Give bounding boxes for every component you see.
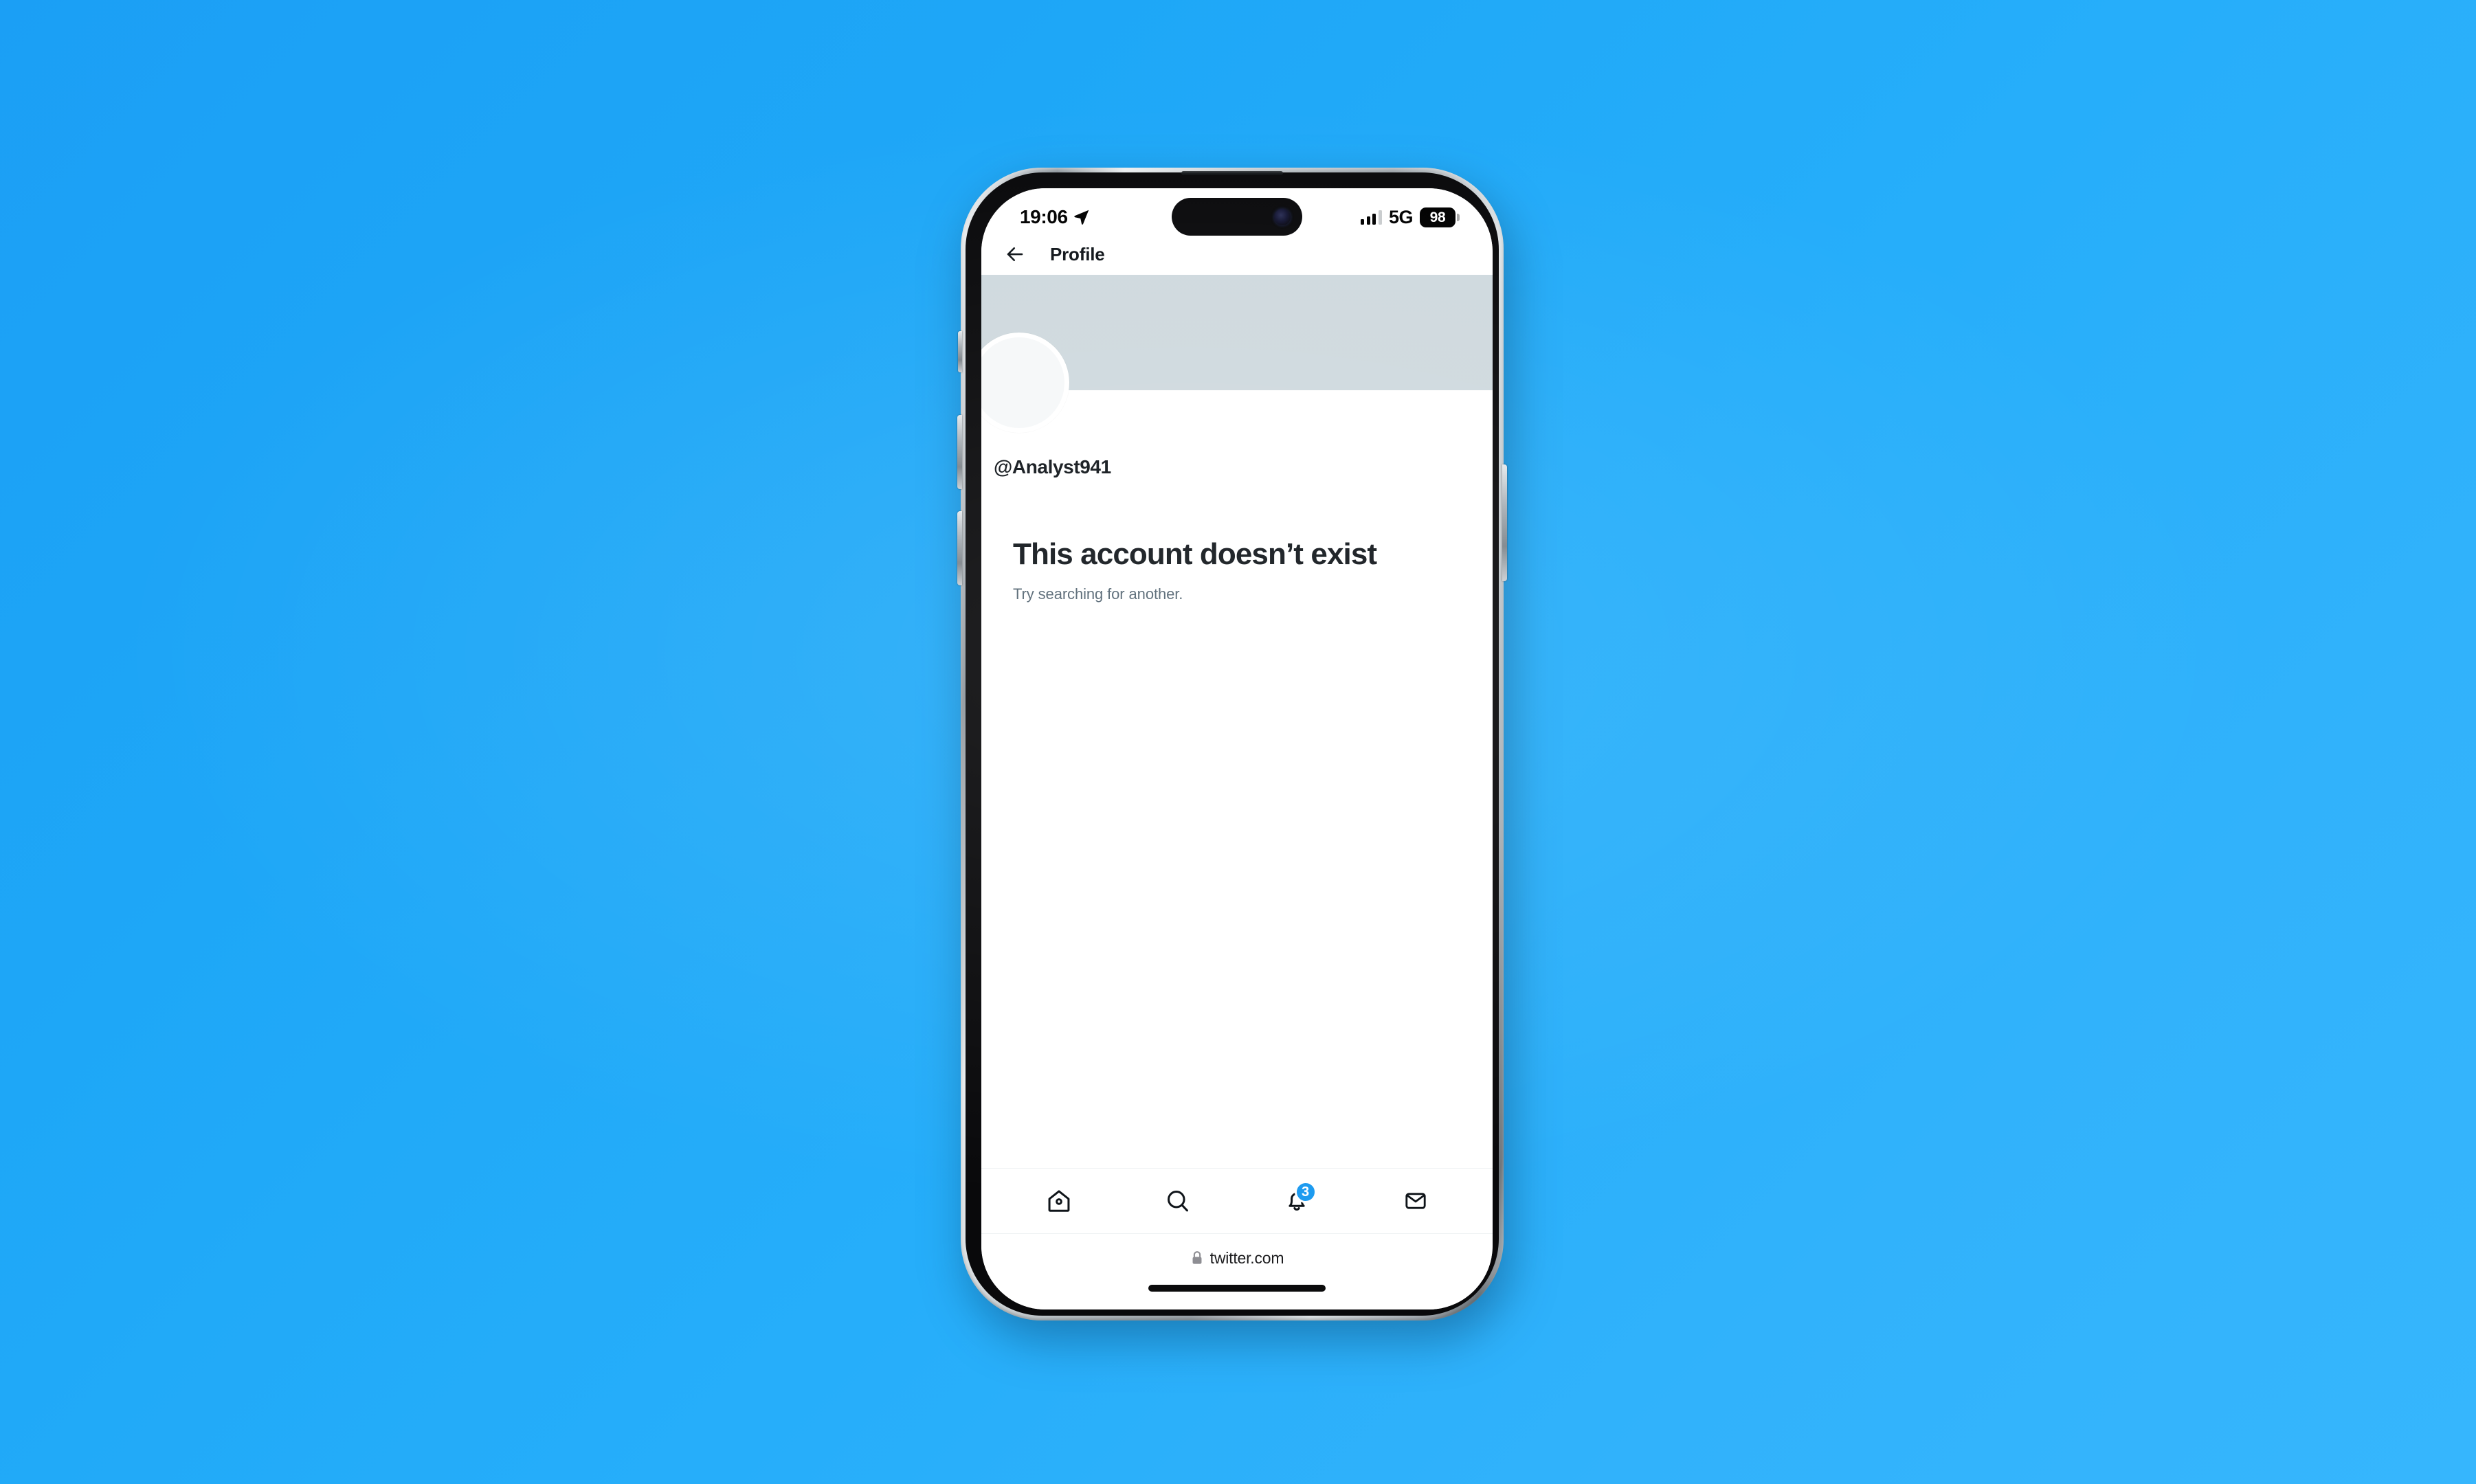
backdrop: 19:06 5G 98 Profile @Analyst941 This acc… <box>0 0 2476 1484</box>
volume-down-button[interactable] <box>957 511 962 585</box>
arrow-left-icon <box>1007 247 1023 262</box>
home-indicator-zone <box>981 1282 1493 1309</box>
content-spacer <box>981 603 1493 1168</box>
status-bar-right: 5G 98 <box>1361 207 1460 228</box>
browser-url-bar[interactable]: twitter.com <box>981 1234 1493 1282</box>
empty-state: This account doesn’t exist Try searching… <box>981 478 1493 603</box>
tab-notifications[interactable]: 3 <box>1267 1178 1326 1224</box>
phone-bezel: 19:06 5G 98 Profile @Analyst941 This acc… <box>966 172 1499 1316</box>
tab-bar: 3 <box>981 1168 1493 1234</box>
back-button[interactable] <box>1001 240 1029 269</box>
search-icon <box>1167 1191 1188 1212</box>
dynamic-island <box>1172 198 1302 236</box>
phone-device: 19:06 5G 98 Profile @Analyst941 This acc… <box>957 168 1510 1340</box>
silent-switch-button[interactable] <box>958 331 962 372</box>
power-button[interactable] <box>1502 464 1507 581</box>
tab-home[interactable] <box>1029 1178 1089 1224</box>
status-bar-time: 19:06 <box>1020 206 1068 227</box>
network-type-label: 5G <box>1388 207 1414 227</box>
notifications-badge: 3 <box>1294 1181 1317 1203</box>
tab-messages[interactable] <box>1386 1178 1445 1224</box>
page-title: Profile <box>1050 243 1105 265</box>
tab-search[interactable] <box>1148 1178 1207 1224</box>
location-arrow-icon <box>1073 210 1089 225</box>
earpiece-speaker-icon <box>1181 171 1283 175</box>
envelope-icon <box>1405 1193 1426 1209</box>
status-bar: 19:06 5G 98 <box>981 188 1493 236</box>
battery-indicator: 98 <box>1420 207 1460 227</box>
cellular-bars-icon <box>1361 210 1382 225</box>
phone-frame: 19:06 5G 98 Profile @Analyst941 This acc… <box>957 168 1507 1320</box>
volume-up-button[interactable] <box>957 415 962 489</box>
profile-banner[interactable] <box>981 275 1493 433</box>
app-nav-header: Profile <box>981 234 1493 275</box>
empty-state-subtitle: Try searching for another. <box>1013 585 1183 603</box>
lock-icon <box>1192 1251 1202 1264</box>
front-camera-icon <box>1274 208 1291 225</box>
profile-handle: @Analyst941 <box>994 456 1111 477</box>
home-icon <box>1048 1190 1069 1212</box>
status-bar-left: 19:06 <box>1020 206 1091 228</box>
empty-state-title: This account doesn’t exist <box>1013 537 1377 571</box>
url-text: twitter.com <box>1209 1248 1284 1267</box>
phone-screen: 19:06 5G 98 Profile @Analyst941 This acc… <box>981 188 1493 1309</box>
home-indicator[interactable] <box>1148 1285 1326 1292</box>
